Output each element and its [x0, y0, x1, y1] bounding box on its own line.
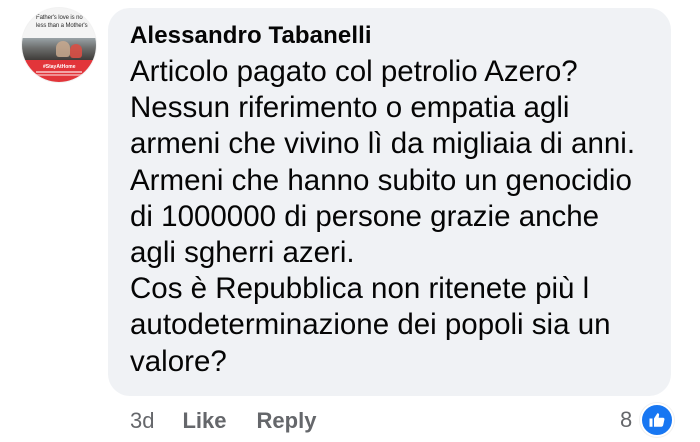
- thumbs-up-glyph: [649, 413, 665, 427]
- comment-actions: 3d Like Reply: [130, 404, 346, 438]
- comment-line: autodeterminazione dei popoli sia un: [130, 308, 611, 342]
- reaction-summary[interactable]: 8: [620, 403, 675, 437]
- avatar-figure: [56, 41, 70, 57]
- comment-line: Articolo pagato col petrolio Azero?: [130, 55, 578, 88]
- comment-line: valore?: [130, 344, 227, 378]
- avatar[interactable]: Father's love is no less than a Mother's…: [22, 8, 96, 82]
- comment-line: di 1000000 di persone grazie anche: [130, 199, 600, 233]
- comment-timestamp[interactable]: 3d: [130, 408, 154, 434]
- comment-screen: Father's love is no less than a Mother's…: [0, 0, 700, 442]
- comment-author[interactable]: Alessandro Tabanelli: [130, 22, 372, 50]
- comment-bubble: Alessandro Tabanelli Articolo pagato col…: [108, 8, 671, 396]
- avatar-badge: #StayAtHome: [43, 64, 76, 70]
- avatar-caption: Father's love is no less than a Mother's: [36, 15, 88, 29]
- comment-text: Articolo pagato col petrolio Azero? Ness…: [130, 54, 660, 380]
- comment-line: Armeni che hanno subito un genocidio: [130, 163, 632, 197]
- avatar-badge-lines: [36, 71, 82, 73]
- avatar-photo: [22, 38, 96, 60]
- comment-line: Nessun riferimento o empatia agli: [130, 91, 570, 125]
- avatar-figure-child: [70, 44, 82, 58]
- comment-line: Cos è Repubblica non ritenete più l: [130, 272, 590, 306]
- comment-line: agli sgherri azeri.: [130, 235, 355, 269]
- avatar-badge-band: #StayAtHome: [22, 60, 96, 82]
- reaction-count: 8: [620, 407, 633, 432]
- thumbs-up-icon: [640, 403, 675, 437]
- reply-button[interactable]: Reply: [257, 408, 317, 434]
- like-button[interactable]: Like: [182, 408, 226, 434]
- comment-line: armeni che vivino lì da migliaia di anni…: [130, 127, 636, 161]
